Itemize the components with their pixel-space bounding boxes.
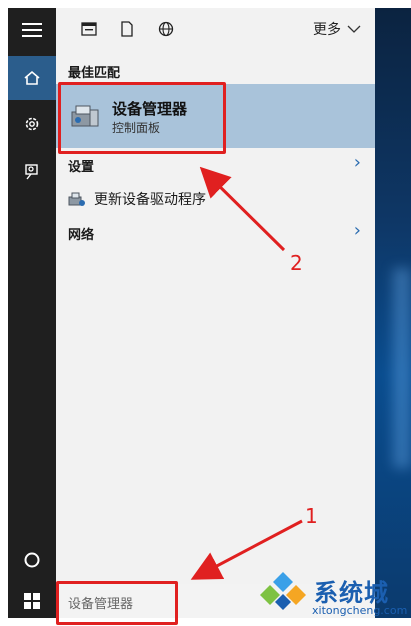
watermark-brand: 系统城 [314, 578, 389, 607]
watermark-logo-icon [260, 572, 306, 610]
step-number-1: 1 [305, 504, 318, 528]
start-search-screen: 更多 最佳匹配 设备管理器 控制面板 设置 › 更新设备驱动程序 网络 › 设备… [0, 0, 411, 626]
annotation-arrows [190, 166, 303, 580]
arrow-step-2 [199, 166, 286, 252]
arrow-step-1 [190, 519, 303, 580]
watermark-domain: xitongcheng.com [312, 604, 408, 617]
step-number-2: 2 [290, 251, 303, 275]
